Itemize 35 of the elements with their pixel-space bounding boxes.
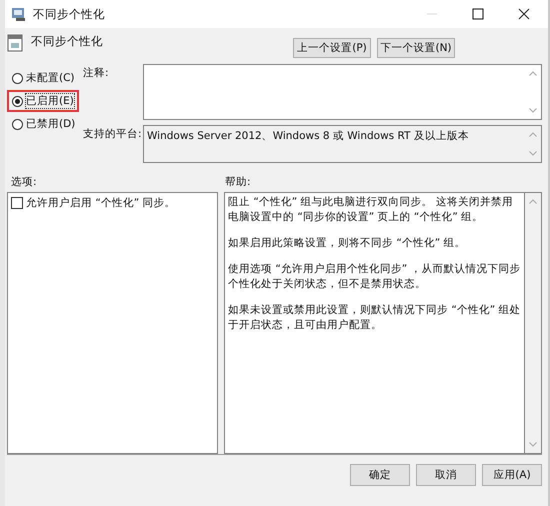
comment-label: 注释: — [83, 66, 110, 81]
radio-circle[interactable] — [12, 96, 23, 106]
scroll-up-icon[interactable] — [529, 199, 537, 204]
dialog-button[interactable]: 确定 — [350, 464, 410, 486]
options-label: 选项: — [11, 175, 38, 189]
scroll-down-icon[interactable] — [529, 442, 537, 447]
dialog-button[interactable]: 取消 — [416, 464, 476, 486]
scroll-up-icon[interactable] — [529, 71, 537, 76]
window-title: 不同步个性化 — [33, 6, 105, 22]
dialog-button[interactable]: 应用(A) — [482, 464, 542, 486]
help-paragraph: 如果未设置或禁用此设置，则默认情况下同步 “个性化” 组处于开启状态，且可由用户配置。 — [228, 303, 521, 333]
help-label: 帮助: — [225, 175, 251, 189]
radio-option[interactable]: 未配置(C) — [7, 67, 80, 89]
radio-option[interactable]: 已禁用(D) — [7, 113, 80, 135]
radio-circle[interactable] — [12, 72, 23, 84]
setting-icon — [7, 34, 23, 52]
nav-button[interactable]: 上一个设置(P) — [293, 38, 371, 58]
scroll-up-icon[interactable] — [529, 132, 537, 137]
maximize-icon[interactable] — [472, 8, 484, 20]
setting-title: 不同步个性化 — [31, 34, 103, 49]
option-label: 允许用户启用 “个性化” 同步。 — [26, 196, 176, 210]
radio-option[interactable]: 已启用(E) — [7, 90, 79, 112]
checkbox[interactable] — [11, 197, 23, 209]
policy-icon — [11, 6, 27, 22]
help-paragraph: 使用选项 “允许用户启用个性化同步” ，从而默认情况下同步个性化处于关闭状态，但不是禁用状态。 — [228, 262, 521, 292]
comment-field[interactable] — [143, 64, 542, 120]
help-paragraph: 阻止 “个性化” 组与此电脑进行双向同步。 这将关闭并禁用电脑设置中的 “同步你的设置” 页上的 “个性化” 组。 — [228, 195, 514, 225]
nav-button[interactable]: 下一个设置(N) — [377, 38, 455, 58]
close-icon[interactable] — [518, 8, 530, 20]
scroll-down-icon[interactable] — [529, 151, 537, 156]
radio-circle[interactable] — [12, 118, 23, 130]
platform-field: Windows Server 2012、Windows 8 或 Windows RT 及以上版本 — [143, 125, 542, 163]
scroll-down-icon[interactable] — [529, 108, 537, 113]
platform-label: 支持的平台: — [83, 127, 143, 142]
help-paragraph: 如果启用此策略设置，则将不同步 “个性化” 组。 — [228, 236, 467, 251]
